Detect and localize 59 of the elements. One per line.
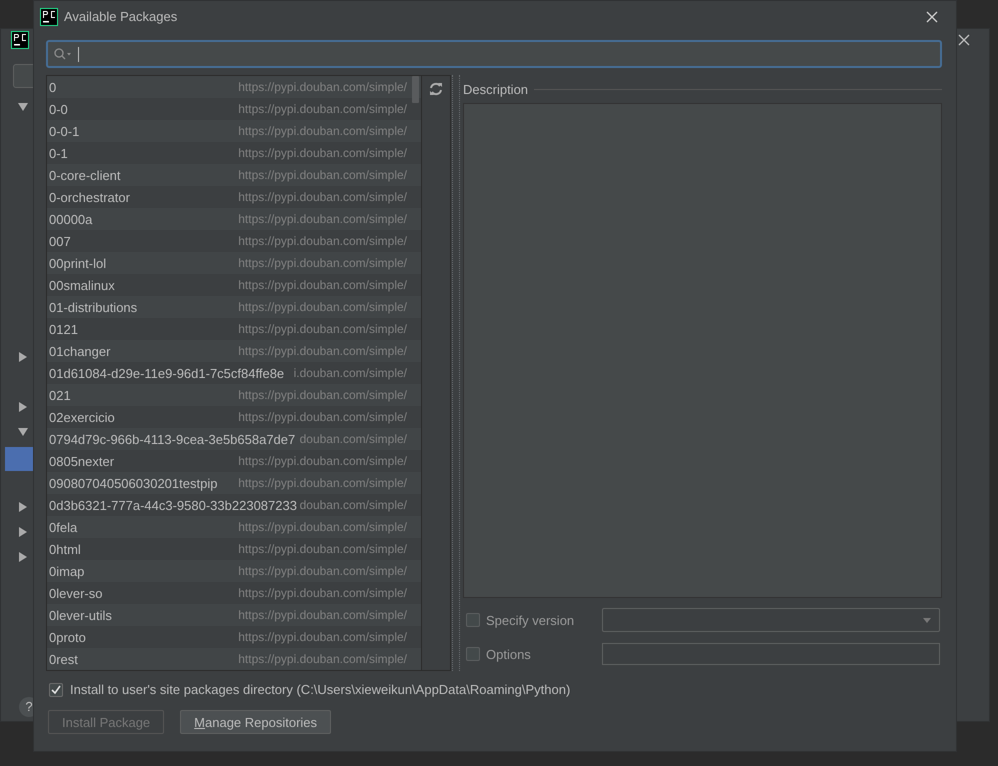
package-name: 0-1 — [49, 146, 68, 160]
repository-url: https://pypi.douban.com/simple/ — [238, 300, 407, 314]
package-name: 0html — [49, 542, 81, 556]
repository-url: i.douban.com/simple/ — [294, 366, 407, 380]
package-name: 0-0 — [49, 102, 68, 116]
package-name: 02exercicio — [49, 410, 115, 424]
package-name: 0lever-utils — [49, 608, 112, 622]
repository-url: https://pypi.douban.com/simple/ — [238, 102, 407, 116]
repository-url: https://pypi.douban.com/simple/ — [238, 212, 407, 226]
repository-url: https://pypi.douban.com/simple/ — [238, 146, 407, 160]
repository-url: https://pypi.douban.com/simple/ — [238, 608, 407, 622]
package-name: 00000a — [49, 212, 92, 226]
package-name: 0794d79c-966b-4113-9cea-3e5b658a7de7 — [49, 432, 296, 446]
package-name: 0805nexter — [49, 454, 114, 468]
package-name: 0fela — [49, 520, 78, 534]
repository-url: douban.com/simple/ — [300, 432, 407, 446]
package-name: 00print-lol — [49, 256, 106, 270]
repository-url: https://pypi.douban.com/simple/ — [238, 586, 407, 600]
repository-url: https://pypi.douban.com/simple/ — [238, 234, 407, 248]
package-name: 0-0-1 — [49, 124, 80, 138]
repository-url: https://pypi.douban.com/simple/ — [238, 124, 407, 138]
repository-url: https://pypi.douban.com/simple/ — [238, 564, 407, 578]
repository-url: douban.com/simple/ — [300, 498, 407, 512]
package-name: 0 — [49, 80, 56, 94]
package-name: 0-orchestrator — [49, 190, 130, 204]
repository-url: https://pypi.douban.com/simple/ — [238, 476, 407, 490]
repository-url: https://pypi.douban.com/simple/ — [238, 344, 407, 358]
package-name: 00smalinux — [49, 278, 115, 292]
repository-url: https://pypi.douban.com/simple/ — [238, 278, 407, 292]
package-name: 01changer — [49, 344, 110, 358]
repository-url: https://pypi.douban.com/simple/ — [238, 256, 407, 270]
repository-url: https://pypi.douban.com/simple/ — [238, 652, 407, 666]
package-name: 01d61084-d29e-11e9-96d1-7c5cf84ffe8e — [49, 366, 284, 380]
package-name: 0121 — [49, 322, 78, 336]
package-name: 0proto — [49, 630, 86, 644]
description-label: Description — [463, 82, 528, 96]
package-name: 021 — [49, 388, 71, 402]
package-name: 0imap — [49, 564, 84, 578]
repository-url: https://pypi.douban.com/simple/ — [238, 168, 407, 182]
repository-url: https://pypi.douban.com/simple/ — [238, 520, 407, 534]
specify-version-label: Specify version — [486, 612, 576, 628]
window-title: Available Packages — [64, 9, 178, 24]
repository-url: https://pypi.douban.com/simple/ — [238, 388, 407, 402]
repository-url: https://pypi.douban.com/simple/ — [238, 410, 407, 424]
package-name: 090807040506030201testpip — [49, 476, 218, 490]
repository-url: https://pypi.douban.com/simple/ — [238, 630, 407, 644]
repository-url: https://pypi.douban.com/simple/ — [238, 80, 407, 94]
package-name: 0-core-client — [49, 168, 121, 182]
package-name: 01-distributions — [49, 300, 138, 314]
package-name: 007 — [49, 234, 71, 248]
repository-url: https://pypi.douban.com/simple/ — [238, 542, 407, 556]
repository-url: https://pypi.douban.com/simple/ — [238, 322, 407, 336]
options-label: Options — [486, 646, 532, 662]
package-name: 0lever-so — [49, 586, 102, 600]
install-to-user-label: Install to user's site packages directory (C:\Users\xieweikun\AppData\Roaming\Python) — [70, 682, 570, 697]
package-name: 0rest — [49, 652, 78, 666]
repository-url: https://pypi.douban.com/simple/ — [238, 454, 407, 468]
package-name: 0d3b6321-777a-44c3-9580-33b223087233 — [49, 498, 297, 512]
repository-url: https://pypi.douban.com/simple/ — [238, 190, 407, 204]
